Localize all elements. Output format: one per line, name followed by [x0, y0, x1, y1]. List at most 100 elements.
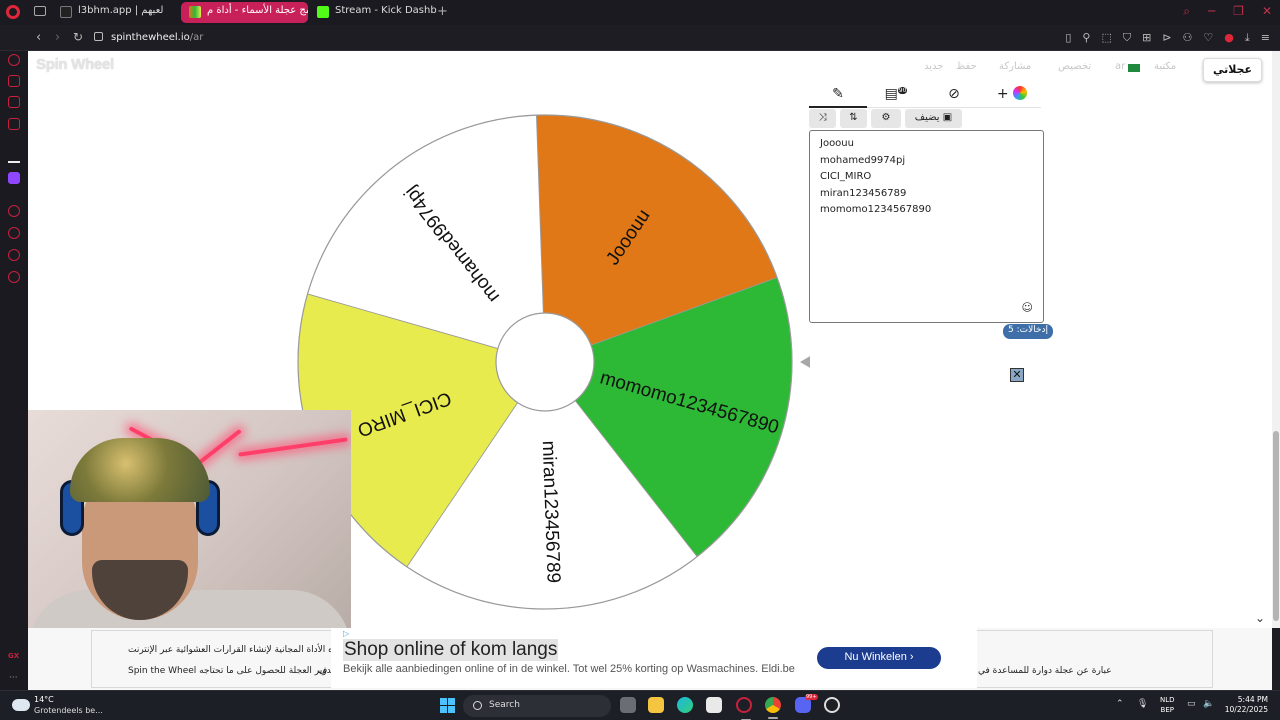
kick-icon[interactable]	[8, 151, 20, 163]
tab-switcher-icon[interactable]	[34, 6, 46, 16]
new-tab-button[interactable]: +	[437, 4, 448, 19]
language-indicator[interactable]: NLD BEP	[1160, 695, 1175, 715]
entries-textarea[interactable]: Jooouu mohamed9974pj CICI_MIRO miran1234567…	[809, 130, 1044, 323]
chrome-icon[interactable]	[765, 697, 781, 719]
nav-share[interactable]: مشاركة	[999, 61, 1031, 72]
translate-icon[interactable]: ⊞	[1142, 31, 1151, 45]
editor-tabs: ✎ ▤90 ⊘ +	[809, 84, 1041, 108]
neon-light	[238, 437, 348, 457]
tab-spinthewheel[interactable]: برنامج عجلة الأسماء - أداة م...	[181, 2, 308, 23]
ad-subtitle: Bekijk alle aanbiedingen online of in de…	[343, 663, 795, 675]
tab-hide-icon[interactable]: ⊘	[925, 86, 983, 108]
extension-icon[interactable]: ⚇	[1183, 31, 1193, 45]
store-icon[interactable]	[706, 697, 722, 713]
nav-new[interactable]: جديد	[924, 61, 943, 72]
adchoices-icon[interactable]: ▷	[343, 629, 349, 638]
wheel[interactable]: Jooouumomomo1234567890miran123456789CICI…	[280, 97, 810, 627]
spinwheel-favicon-icon	[189, 6, 201, 18]
edge-icon[interactable]	[677, 697, 693, 713]
my-wheels-button[interactable]: عجلاتي	[1202, 58, 1262, 82]
url-field[interactable]: spinthewheel.io/ar	[111, 32, 203, 43]
shuffle-button[interactable]: ⤨	[809, 109, 836, 128]
ad-banner[interactable]: ▷ Shop online of kom langs Bekijk alle a…	[331, 628, 977, 688]
page-text: ه الأداة المجانية لإنشاء القرارات العشوا…	[128, 645, 333, 655]
back-icon[interactable]: ‹	[36, 30, 41, 45]
tab-colors-icon[interactable]: +	[983, 86, 1041, 108]
tray-chevron-icon[interactable]: ⌃	[1116, 699, 1124, 709]
microphone-icon[interactable]: 🎙	[1137, 699, 1148, 709]
shield-icon[interactable]: ⛉	[1123, 31, 1131, 45]
profile-icon[interactable]: ●	[1224, 31, 1234, 45]
opera-gx-icon[interactable]	[736, 697, 752, 720]
shopping-bag-icon[interactable]	[8, 75, 20, 87]
nav-customize[interactable]: تخصيص	[1058, 61, 1091, 72]
close-icon[interactable]: ✕	[1010, 368, 1024, 382]
lang-line1: NLD	[1160, 696, 1175, 704]
entry-line[interactable]: mohamed9974pj	[820, 153, 1033, 170]
site-logo[interactable]: Spin Wheel	[36, 56, 114, 73]
close-window-icon[interactable]: ✕	[1262, 4, 1272, 19]
taskbar-clock[interactable]: 5:44 PM 10/22/2025	[1222, 695, 1268, 715]
opera-logo-icon[interactable]	[6, 5, 20, 19]
maximize-icon[interactable]: ❐	[1233, 4, 1244, 19]
lock-icon	[94, 32, 103, 41]
ad-title[interactable]: Shop online of kom langs	[343, 639, 559, 661]
extensions-icon[interactable]	[8, 249, 20, 261]
nav-gallery[interactable]: مكتبة	[1154, 61, 1176, 72]
page-scrollbar[interactable]	[1272, 51, 1280, 628]
messenger-icon[interactable]	[8, 96, 20, 108]
gx-corner-icon[interactable]: GX	[8, 652, 19, 660]
network-icon[interactable]: ▭	[1187, 699, 1196, 709]
entry-line[interactable]: Jooouu	[820, 136, 1033, 153]
entry-line[interactable]: CICI_MIRO	[820, 169, 1033, 186]
settings-icon[interactable]	[8, 271, 20, 283]
page-text: Spin the Wheel تدوير العجلة للحصول على م…	[128, 666, 334, 676]
entry-list: Jooouu mohamed9974pj CICI_MIRO miran1234567…	[820, 136, 1033, 219]
chevron-down-icon[interactable]: ⌄	[1255, 611, 1265, 625]
nav-save[interactable]: حفظ	[956, 61, 977, 72]
window-controls: ⌕ ─ ❐ ✕	[1183, 4, 1272, 19]
reload-icon[interactable]: ↻	[73, 30, 83, 44]
snapshot-icon[interactable]: ⬚	[1101, 31, 1111, 45]
split-view-icon[interactable]: ▯	[1065, 31, 1071, 45]
minimize-icon[interactable]: ─	[1208, 4, 1215, 19]
player-icon[interactable]	[8, 205, 20, 217]
sort-button[interactable]: ⇅	[840, 109, 867, 128]
nav-language[interactable]: ar	[1115, 61, 1125, 72]
weather-cloud-icon[interactable]	[12, 699, 30, 711]
heart-icon[interactable]: ♡	[1203, 31, 1213, 45]
weather-desc[interactable]: Grotendeels be...	[34, 706, 103, 715]
pin-icon[interactable]: ⚲	[1082, 31, 1090, 45]
wheel-center[interactable]	[495, 312, 595, 412]
twitch-icon[interactable]	[8, 172, 20, 184]
task-view-icon[interactable]	[620, 697, 636, 713]
scrollbar-thumb[interactable]	[1273, 431, 1279, 621]
start-icon[interactable]	[440, 698, 455, 713]
file-explorer-icon[interactable]	[648, 697, 664, 713]
taskbar-search[interactable]: Search	[463, 695, 611, 717]
aria-icon[interactable]	[8, 54, 20, 66]
settings-button[interactable]: ⚙	[871, 109, 901, 128]
tab-l3bhm[interactable]: l3bhm.app | لعبهم	[52, 2, 178, 23]
clock-date: 10/22/2025	[1224, 705, 1268, 714]
forward-icon[interactable]: ›	[55, 30, 60, 45]
address-bar-icons: ▯ ⚲ ⬚ ⛉ ⊞ ⊳ ⚇ ♡ ● ⤓ ≡	[1065, 31, 1270, 45]
more-icon[interactable]: ···	[9, 673, 18, 683]
history-icon[interactable]	[8, 227, 20, 239]
ad-shop-button[interactable]: Nu Winkelen ›	[817, 647, 941, 669]
entry-line[interactable]: miran123456789	[820, 186, 1033, 203]
add-image-button[interactable]: يضيف ▣	[905, 109, 962, 128]
tab-edit-icon[interactable]: ✎	[809, 86, 867, 108]
music-icon[interactable]: ⊳	[1162, 31, 1171, 45]
entry-line[interactable]: momomo1234567890	[820, 202, 1033, 219]
volume-icon[interactable]: 🔈	[1203, 699, 1214, 709]
emoji-icon[interactable]: ☺	[1022, 301, 1033, 314]
tab-kick-dashboard[interactable]: Stream - Kick Dashboard	[309, 2, 437, 23]
download-icon[interactable]: ⤓	[1245, 31, 1250, 45]
gmail-icon[interactable]	[8, 118, 20, 130]
obs-icon[interactable]	[824, 697, 840, 713]
search-tabs-icon[interactable]: ⌕	[1183, 4, 1190, 19]
tab-results-icon[interactable]: ▤90	[867, 86, 925, 108]
menu-icon[interactable]: ≡	[1261, 31, 1270, 45]
weather-temp[interactable]: 14°C	[34, 695, 54, 704]
